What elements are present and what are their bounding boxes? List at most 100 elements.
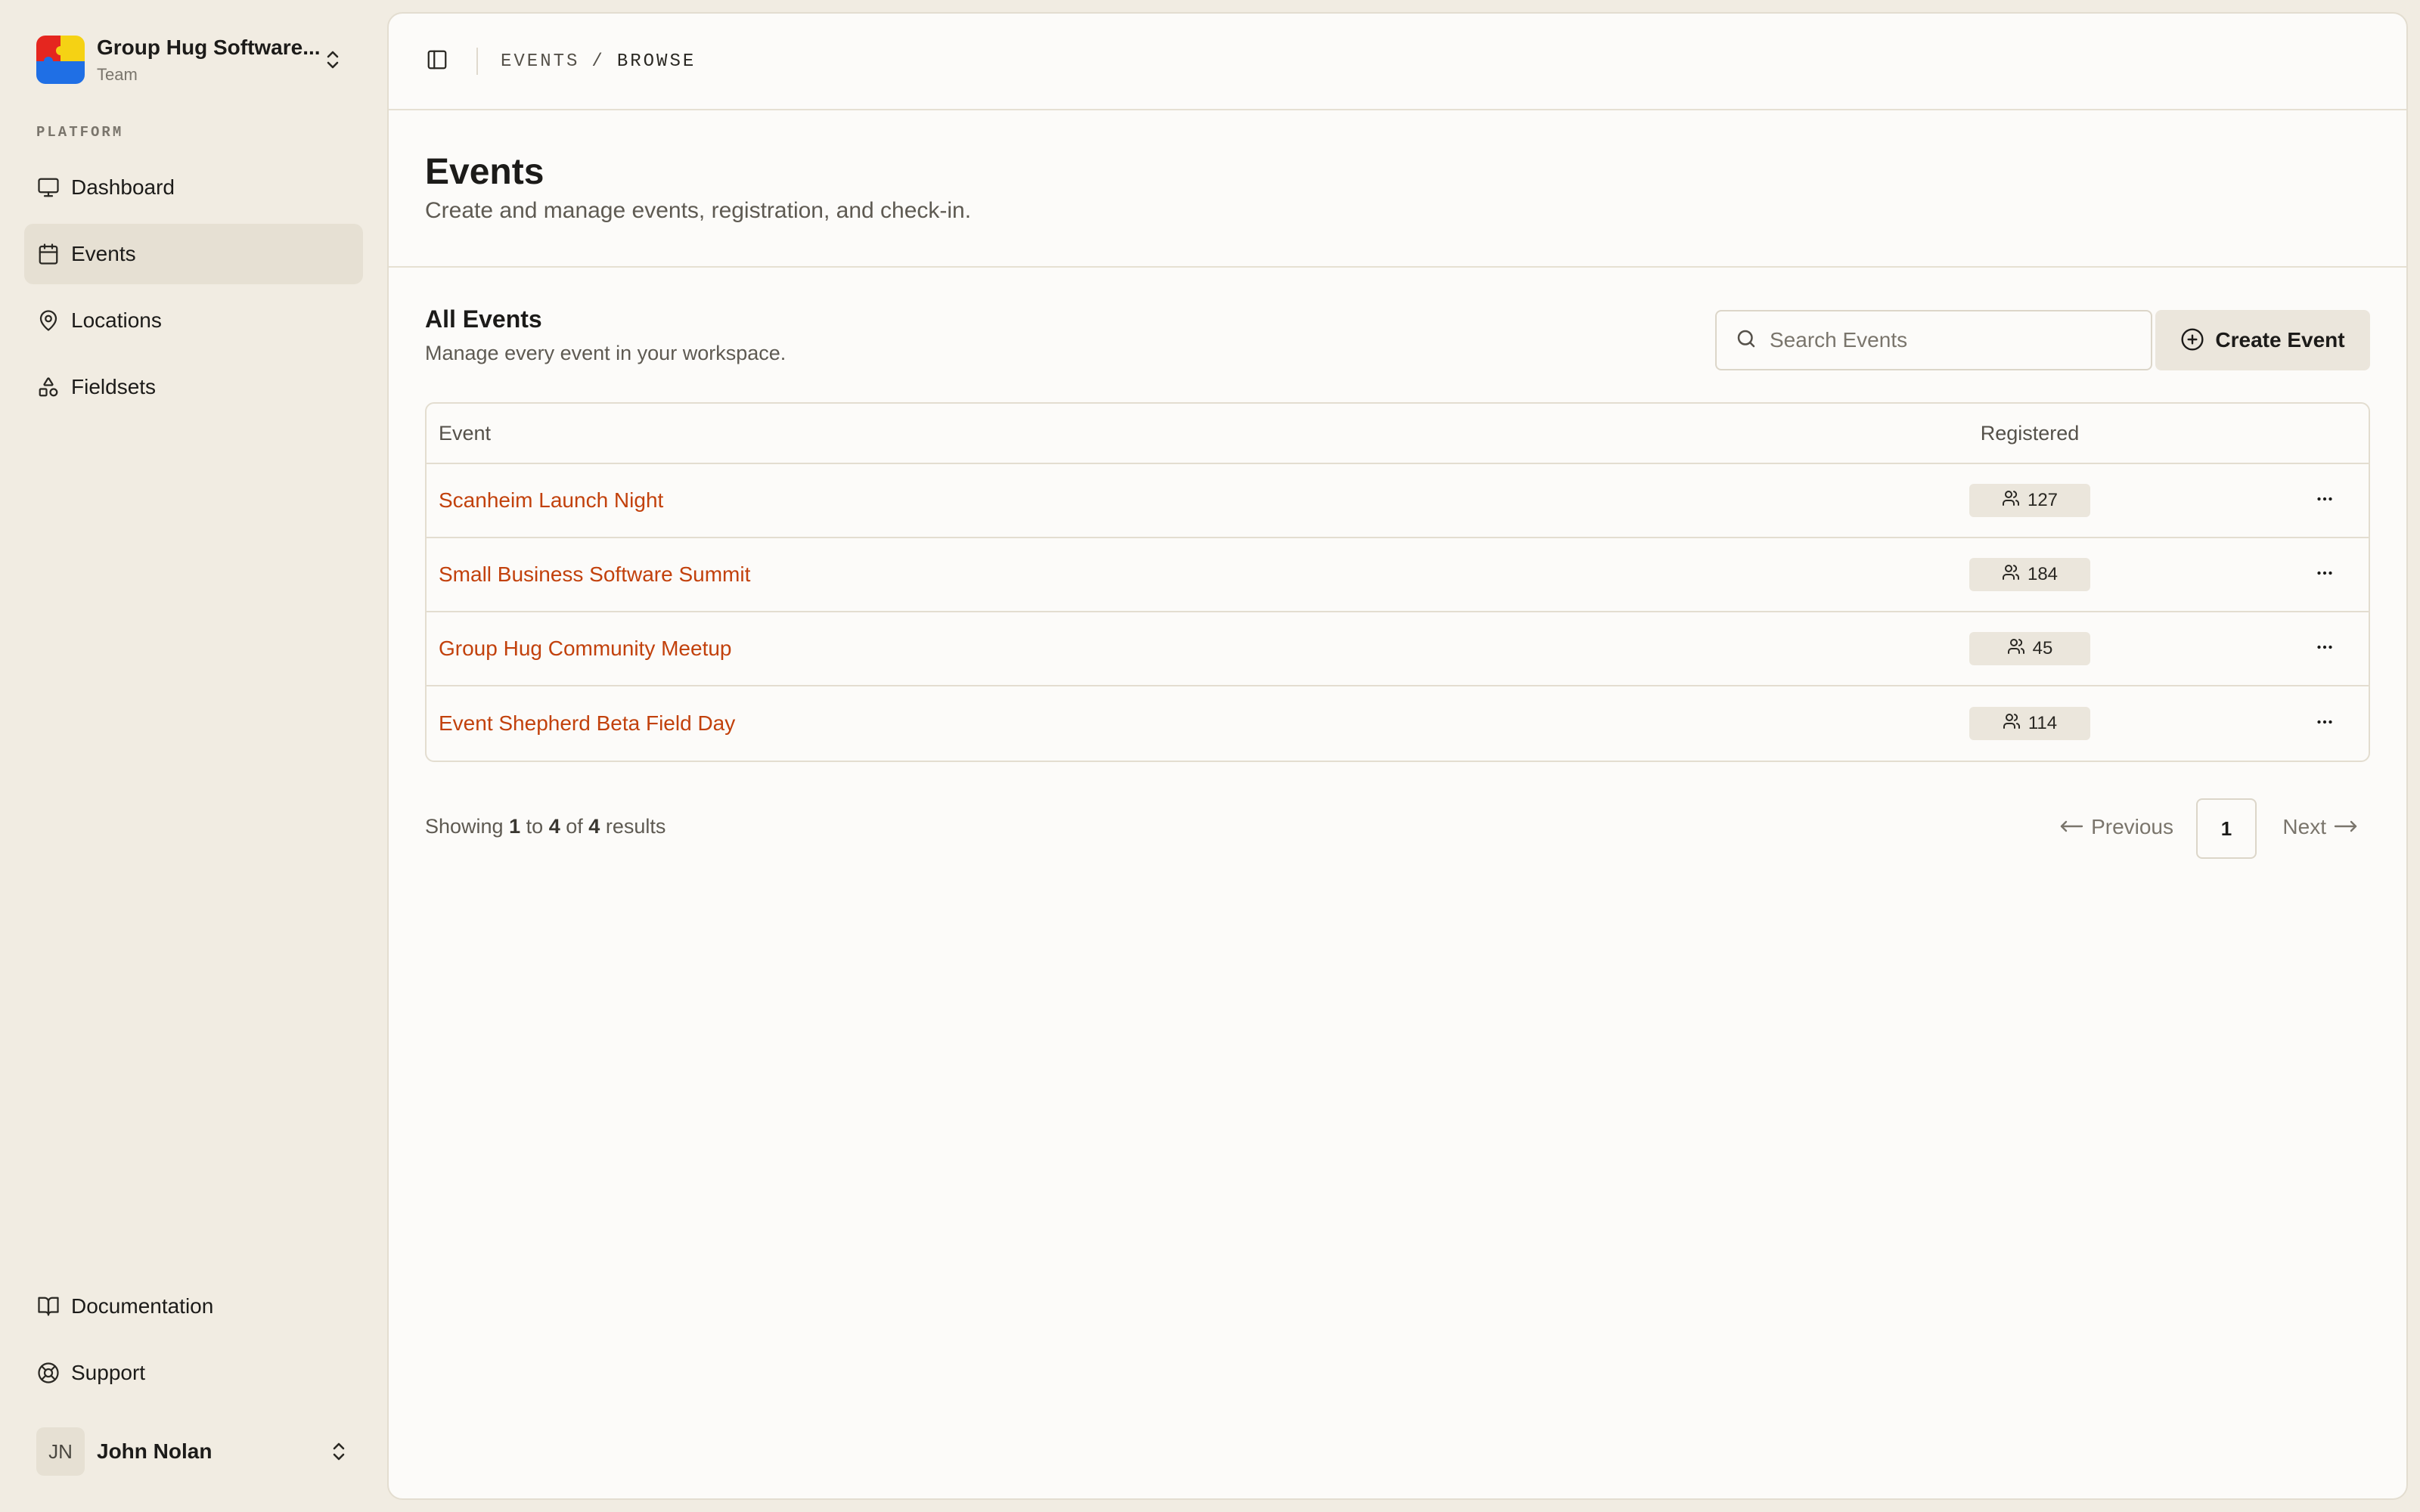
search-field[interactable] (1715, 310, 2152, 370)
sidebar-toggle-button[interactable] (416, 40, 458, 82)
sidebar-item-label: Locations (71, 308, 162, 332)
team-logo-icon (36, 36, 85, 84)
results-suffix: results (605, 815, 666, 838)
results-from: 1 (509, 815, 521, 838)
row-actions-button[interactable] (2304, 553, 2346, 596)
column-header-event[interactable]: Event (439, 422, 491, 445)
users-icon (2002, 563, 2020, 587)
create-event-label: Create Event (2215, 328, 2345, 352)
team-switcher[interactable]: Group Hug Software... Team (24, 24, 357, 95)
team-plan: Team (97, 65, 138, 84)
user-name: John Nolan (97, 1439, 213, 1463)
search-input[interactable] (1770, 328, 2118, 352)
sidebar-item-label: Events (71, 242, 136, 265)
more-horizontal-icon (2313, 562, 2336, 588)
row-actions-button[interactable] (2304, 479, 2346, 522)
column-header-registered[interactable]: Registered (1969, 422, 2090, 445)
sidebar-nav: Dashboard Events Locations Fieldsets (24, 157, 363, 423)
table-row: Event Shepherd Beta Field Day 114 (427, 686, 2369, 761)
events-section-header: All Events Manage every event in your wo… (425, 304, 2370, 402)
breadcrumb-events[interactable]: EVENTS (501, 51, 579, 72)
sidebar-item-support[interactable]: Support (24, 1343, 363, 1403)
create-event-button[interactable]: Create Event (2155, 310, 2370, 370)
next-label: Next (2282, 815, 2326, 838)
registered-count: 127 (2027, 490, 2059, 510)
results-of-word: of (566, 815, 583, 838)
registered-count-badge: 184 (1969, 558, 2090, 591)
sidebar-item-documentation[interactable]: Documentation (24, 1276, 363, 1337)
next-page-button[interactable]: Next (2282, 815, 2358, 839)
user-menu[interactable]: JN John Nolan (24, 1421, 363, 1482)
table-row: Scanheim Launch Night 127 (427, 464, 2369, 538)
map-pin-icon (36, 308, 60, 333)
breadcrumb-current: BROWSE (616, 51, 697, 72)
more-horizontal-icon (2313, 711, 2336, 737)
registered-count: 184 (2027, 564, 2059, 584)
sidebar-item-label: Documentation (71, 1294, 214, 1318)
registered-count-badge: 127 (1969, 484, 2090, 517)
event-name-link[interactable]: Group Hug Community Meetup (439, 637, 732, 661)
sidebar-item-label: Support (71, 1361, 146, 1384)
registered-count-badge: 45 (1969, 632, 2090, 665)
shapes-icon (36, 375, 60, 399)
monitor-icon (36, 175, 60, 200)
pagination: Showing 1 to 4 of 4 results Previous 1 N… (425, 798, 2370, 866)
row-actions-button[interactable] (2304, 627, 2346, 670)
previous-page-button[interactable]: Previous (2059, 815, 2173, 839)
users-icon (2003, 712, 2021, 736)
table-header: Event Registered (427, 404, 2369, 464)
registered-count: 114 (2028, 713, 2058, 733)
results-to-word: to (526, 815, 544, 838)
avatar: JN (36, 1427, 85, 1476)
users-icon (2002, 489, 2020, 513)
arrow-left-icon (2059, 815, 2083, 839)
app-window: Group Hug Software... Team PLATFORM Dash… (0, 0, 2420, 1512)
sidebar-item-events[interactable]: Events (24, 224, 363, 284)
results-summary: Showing 1 to 4 of 4 results (425, 815, 666, 838)
life-buoy-icon (36, 1361, 60, 1385)
page-header: Events Create and manage events, registr… (389, 110, 2406, 268)
chevrons-up-down-icon (327, 1439, 351, 1464)
users-icon (2007, 637, 2025, 661)
calendar-icon (36, 242, 60, 266)
sidebar-item-label: Dashboard (71, 175, 175, 199)
page-title: Events (425, 152, 544, 192)
breadcrumb: EVENTS / BROWSE (501, 51, 696, 72)
sidebar-secondary-nav: Documentation Support (24, 1276, 363, 1409)
more-horizontal-icon (2313, 488, 2336, 514)
breadcrumb-separator: / (591, 51, 605, 72)
book-icon (36, 1294, 60, 1318)
chevrons-up-down-icon (321, 47, 345, 73)
main-panel: EVENTS / BROWSE Events Create and manage… (387, 12, 2408, 1500)
panel-left-icon (426, 48, 448, 75)
events-table: Event Registered Scanheim Launch Night 1… (425, 402, 2370, 762)
page-1-button[interactable]: 1 (2196, 798, 2257, 859)
results-prefix: Showing (425, 815, 504, 838)
registered-count-badge: 114 (1969, 707, 2090, 740)
table-row: Group Hug Community Meetup 45 (427, 612, 2369, 686)
team-name: Group Hug Software... (97, 36, 321, 59)
events-section: All Events Manage every event in your wo… (389, 268, 2406, 866)
sidebar-section-label: PLATFORM (36, 124, 124, 141)
divider (476, 48, 478, 75)
row-actions-button[interactable] (2304, 702, 2346, 745)
search-icon (1735, 327, 1758, 354)
more-horizontal-icon (2313, 636, 2336, 662)
registered-count: 45 (2032, 638, 2053, 658)
previous-label: Previous (2091, 815, 2173, 838)
results-to: 4 (548, 815, 560, 838)
results-total: 4 (588, 815, 600, 838)
sidebar-item-label: Fieldsets (71, 375, 157, 398)
event-name-link[interactable]: Event Shepherd Beta Field Day (439, 711, 735, 736)
table-row: Small Business Software Summit 184 (427, 538, 2369, 612)
event-name-link[interactable]: Scanheim Launch Night (439, 488, 663, 513)
sidebar-item-fieldsets[interactable]: Fieldsets (24, 357, 363, 417)
plus-circle-icon (2180, 327, 2204, 354)
sidebar-item-locations[interactable]: Locations (24, 290, 363, 351)
event-name-link[interactable]: Small Business Software Summit (439, 562, 750, 587)
top-bar: EVENTS / BROWSE (389, 14, 2406, 110)
sidebar: Group Hug Software... Team PLATFORM Dash… (0, 0, 387, 1512)
page-subtitle: Create and manage events, registration, … (425, 198, 972, 223)
arrow-right-icon (2334, 815, 2358, 839)
sidebar-item-dashboard[interactable]: Dashboard (24, 157, 363, 218)
